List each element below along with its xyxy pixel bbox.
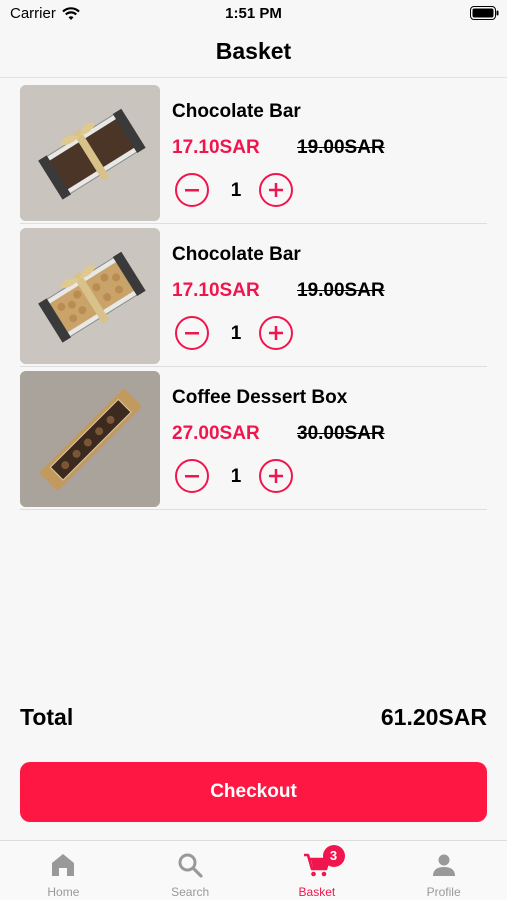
minus-icon [185,475,199,478]
quantity-value: 1 [230,466,242,487]
basket-list: Chocolate Bar 17.10SAR 19.00SAR 1 Chocol… [20,80,487,510]
product-name: Chocolate Bar [172,244,301,265]
quantity-stepper: 1 [172,173,302,209]
tab-label-search: Search [171,885,210,899]
quantity-value: 1 [230,323,242,344]
basket-item: Chocolate Bar 17.10SAR 19.00SAR 1 [20,81,487,224]
product-image[interactable] [20,228,160,364]
product-name: Coffee Dessert Box [172,387,348,408]
tab-profile[interactable]: Profile [380,841,507,900]
basket-count-badge: 3 [322,845,345,867]
tab-label-home: Home [47,885,80,899]
plus-icon [269,326,283,340]
product-price: 17.10SAR [172,280,260,301]
product-name: Chocolate Bar [172,101,301,122]
total-label: Total [20,704,74,730]
home-icon [52,854,75,876]
increase-quantity-button[interactable] [259,173,293,207]
search-icon [178,853,203,878]
product-old-price: 19.00SAR [297,280,385,301]
minus-icon [185,332,199,335]
plus-icon [269,183,283,197]
product-image[interactable] [20,85,160,221]
tab-basket[interactable]: 3 Basket [254,841,381,900]
battery-icon [470,6,499,24]
status-clock: 1:51 PM [225,5,282,22]
quantity-value: 1 [230,180,242,201]
increase-quantity-button[interactable] [259,459,293,493]
checkout-label: Checkout [210,781,297,802]
tab-label-basket: Basket [298,885,336,899]
basket-item: Coffee Dessert Box 27.00SAR 30.00SAR 1 [20,367,487,510]
product-price: 27.00SAR [172,423,260,444]
tab-home[interactable]: Home [0,841,127,900]
product-price: 17.10SAR [172,137,260,158]
nav-header: Basket [0,28,507,78]
tab-search[interactable]: Search [127,841,254,900]
status-bar: Carrier 1:51 PM [0,0,507,28]
decrease-quantity-button[interactable] [175,173,209,207]
person-icon [432,854,455,876]
product-old-price: 30.00SAR [297,423,385,444]
checkout-button[interactable]: Checkout [20,762,487,822]
product-image[interactable] [20,371,160,507]
total-row: Total 61.20SAR [20,704,487,736]
decrease-quantity-button[interactable] [175,459,209,493]
tab-label-profile: Profile [426,885,461,899]
product-old-price: 19.00SAR [297,137,385,158]
increase-quantity-button[interactable] [259,316,293,350]
decrease-quantity-button[interactable] [175,316,209,350]
plus-icon [269,469,283,483]
basket-item: Chocolate Bar 17.10SAR 19.00SAR 1 [20,224,487,367]
quantity-stepper: 1 [172,459,302,495]
tab-bar: Home Search 3 Basket Profile [0,840,507,900]
page-title: Basket [215,38,292,64]
quantity-stepper: 1 [172,316,302,352]
total-amount: 61.20SAR [380,704,487,730]
minus-icon [185,189,199,192]
